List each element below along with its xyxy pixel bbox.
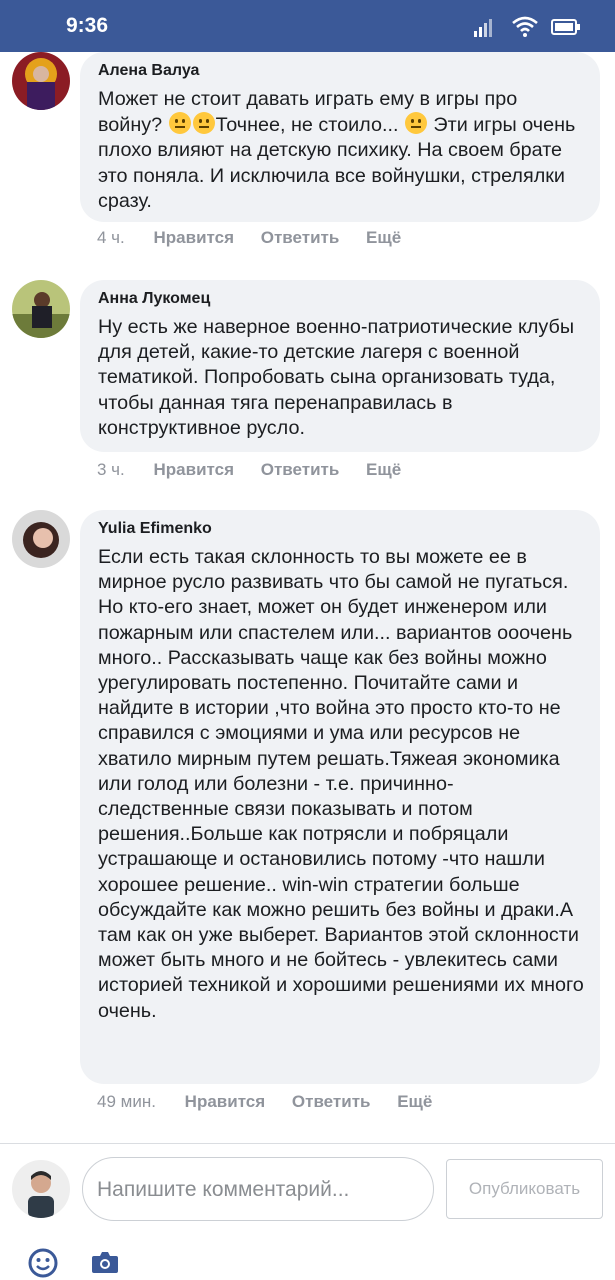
comment-text: Если есть такая склонность то вы можете … [98, 546, 584, 1022]
status-bar: 9:36 [0, 0, 615, 52]
reply-button[interactable]: Ответить [261, 228, 340, 248]
wifi-icon [512, 16, 538, 37]
more-button[interactable]: Ещё [366, 228, 401, 248]
comment-text: Ну есть же наверное военно-патриотически… [98, 316, 575, 439]
comment-bubble: Yulia Efimenko Если есть такая склонност… [80, 510, 600, 1084]
comment-bubble: Анна Лукомец Ну есть же наверное военно-… [80, 280, 600, 452]
comment-time[interactable]: 4 ч. [97, 228, 125, 248]
like-button[interactable]: Нравится [185, 1092, 266, 1112]
comment-alena: Алена Валуа Может не стоит давать играть… [0, 52, 615, 262]
comment-author[interactable]: Алена Валуа [98, 62, 199, 80]
comment-text-part: Точнее, не стоило... [215, 114, 404, 137]
comment-input[interactable]: Напишите комментарий... [82, 1157, 434, 1221]
status-time: 9:36 [66, 14, 109, 37]
comment-yulia: Yulia Efimenko Если есть такая склонност… [0, 510, 615, 1120]
publish-button[interactable]: Опубликовать [446, 1159, 603, 1219]
like-button[interactable]: Нравится [154, 228, 235, 248]
more-button[interactable]: Ещё [397, 1092, 432, 1112]
comment-anna: Анна Лукомец Ну есть же наверное военно-… [0, 280, 615, 490]
avatar[interactable] [12, 280, 70, 338]
reply-button[interactable]: Ответить [292, 1092, 371, 1112]
composer-divider [0, 1143, 615, 1144]
comment-time[interactable]: 49 мин. [97, 1092, 156, 1112]
expressionless-emoji-icon [192, 112, 215, 135]
avatar[interactable] [12, 52, 70, 110]
more-button[interactable]: Ещё [366, 460, 401, 480]
comment-actions: 3 ч. Нравится Ответить Ещё [97, 460, 423, 480]
comment-time[interactable]: 3 ч. [97, 460, 125, 480]
comment-author[interactable]: Yulia Efimenko [98, 520, 212, 538]
comment-actions: 4 ч. Нравится Ответить Ещё [97, 228, 423, 248]
comment-bubble: Алена Валуа Может не стоит давать играть… [80, 52, 600, 222]
current-user-avatar [12, 1160, 70, 1218]
like-button[interactable]: Нравится [154, 460, 235, 480]
avatar[interactable] [12, 510, 70, 568]
battery-icon [551, 19, 580, 35]
comment-author[interactable]: Анна Лукомец [98, 290, 210, 308]
comment-text: Может не стоит давать играть ему в игры … [98, 87, 583, 214]
emoji-icon[interactable] [28, 1248, 58, 1278]
signal-icon [474, 19, 492, 37]
status-icons [473, 16, 581, 38]
confused-emoji-icon [404, 112, 427, 135]
reply-button[interactable]: Ответить [261, 460, 340, 480]
thinking-emoji-icon [168, 112, 191, 135]
comment-input-placeholder: Напишите комментарий... [97, 1178, 350, 1201]
comment-actions: 49 мин. Нравится Ответить Ещё [97, 1092, 454, 1112]
camera-icon[interactable] [91, 1250, 119, 1274]
